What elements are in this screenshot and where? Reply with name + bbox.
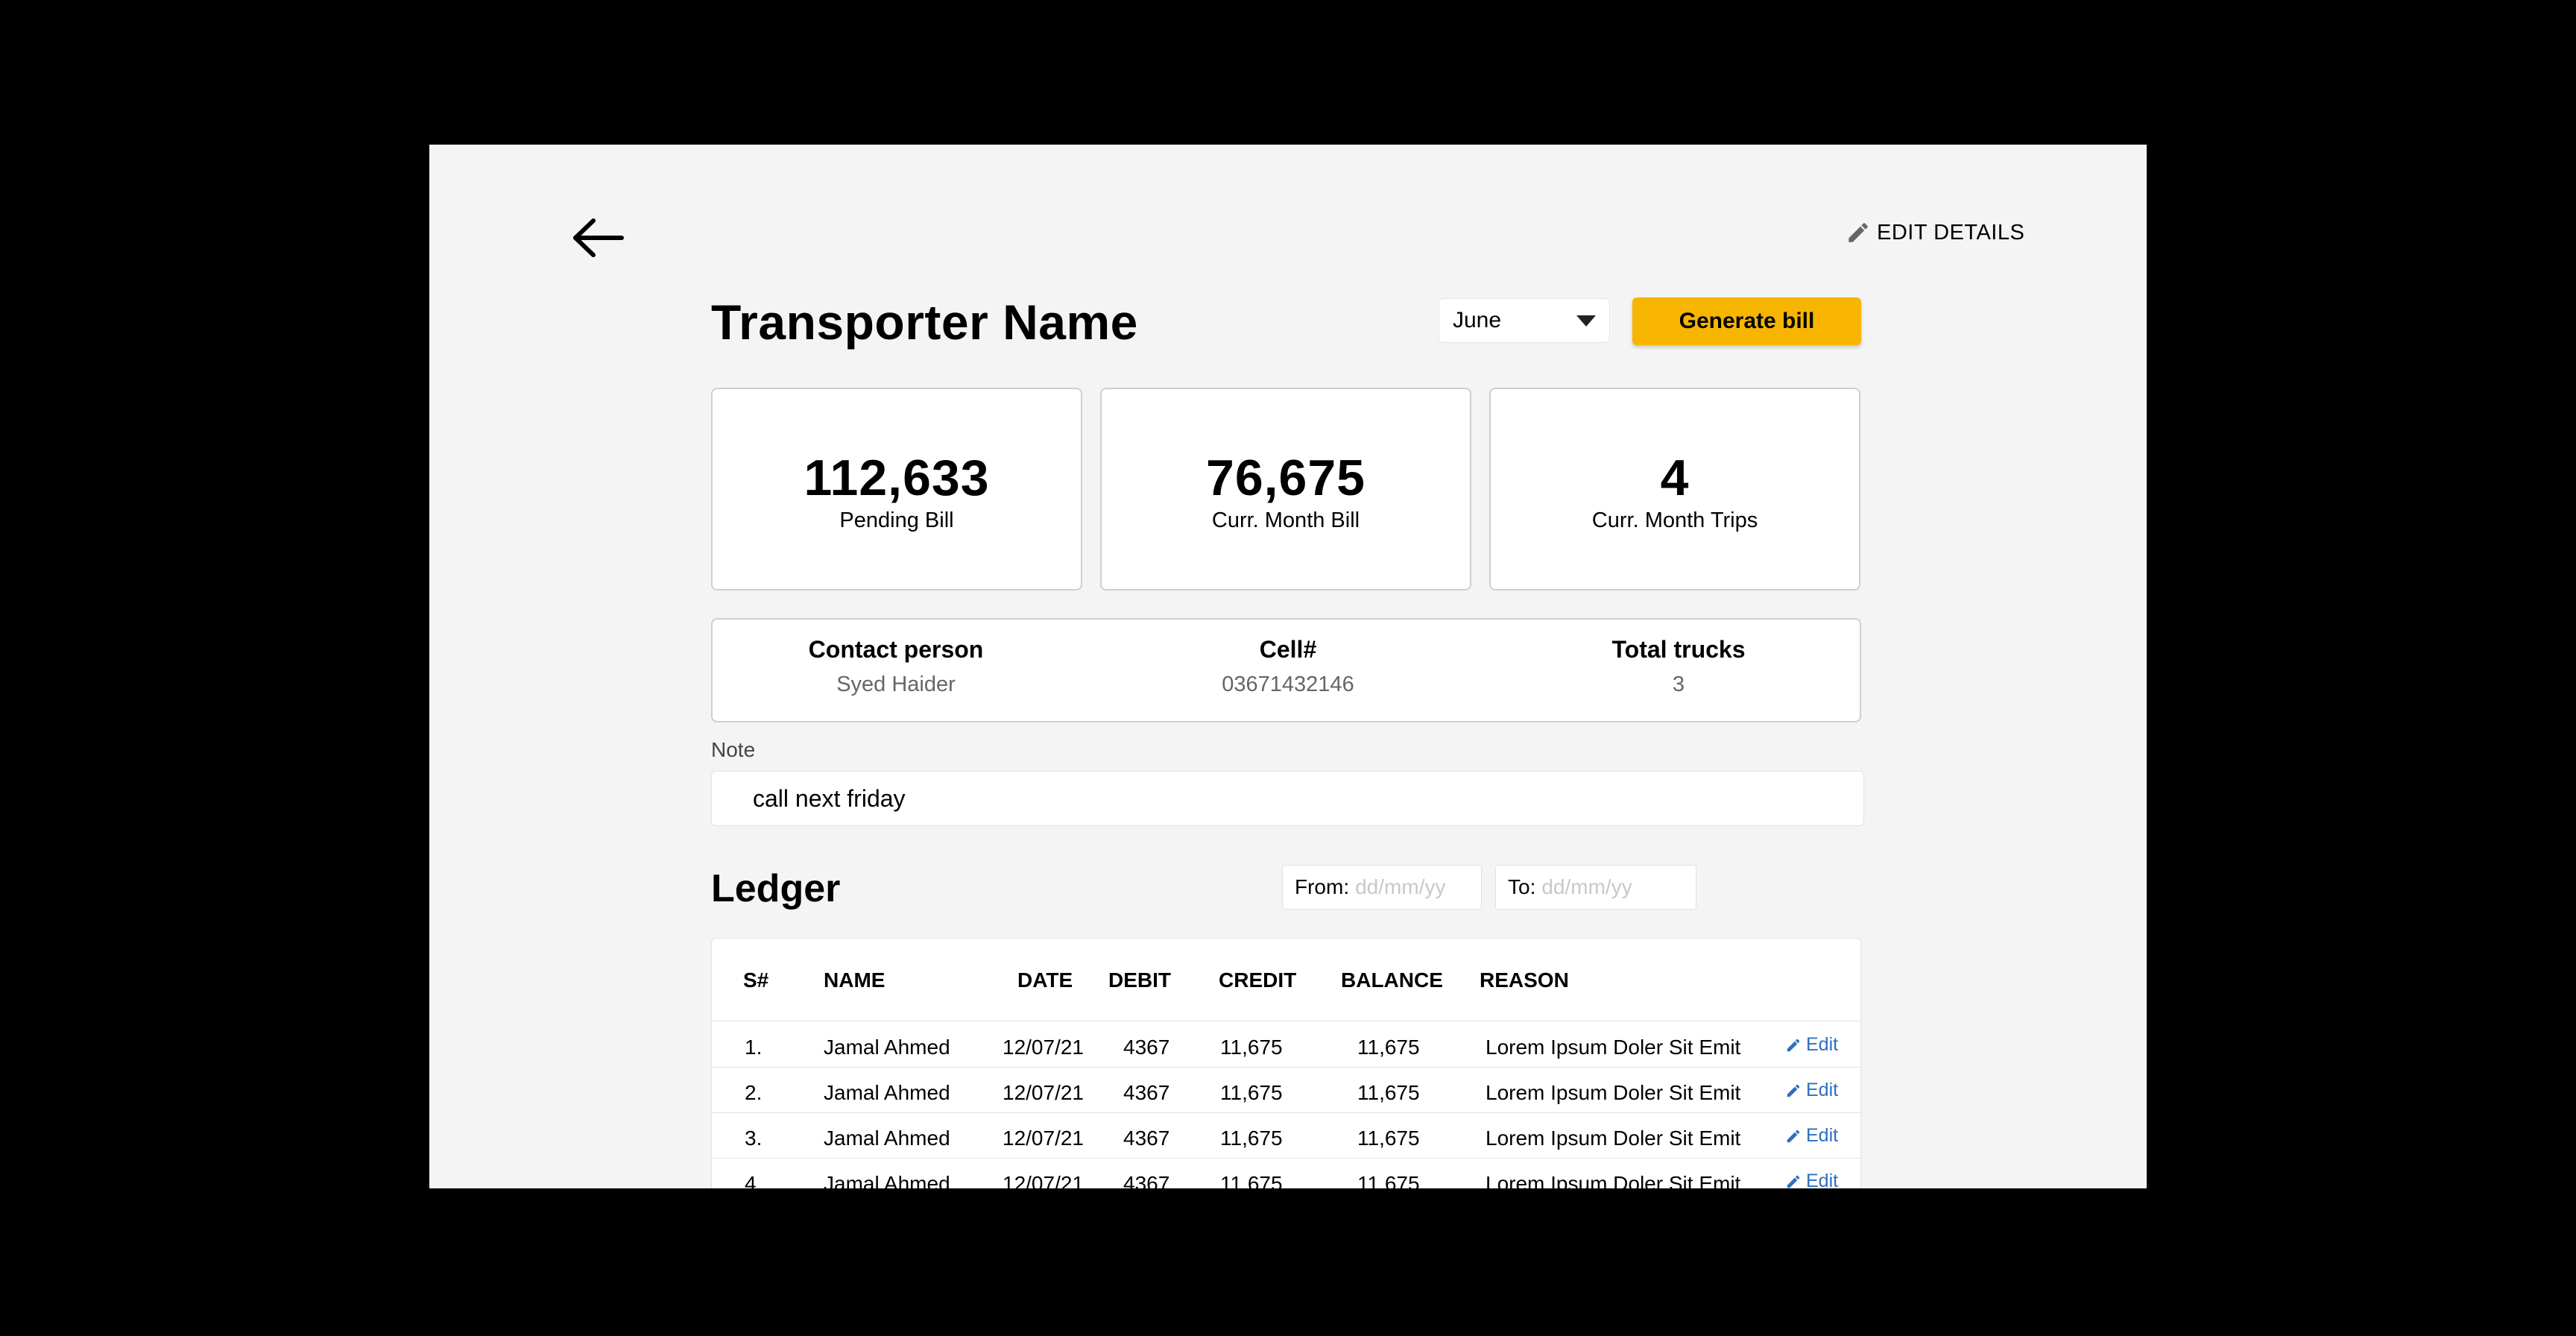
cell-balance: 11,675	[1357, 1081, 1420, 1104]
pencil-icon	[1787, 1039, 1800, 1051]
total-trucks-value: 3	[1672, 672, 1685, 696]
caret-down-icon	[1576, 315, 1596, 327]
cell-name: Jamal Ahmed	[824, 1127, 950, 1150]
stat-value: 112,633	[804, 450, 990, 506]
cell-sn: 1.	[745, 1036, 763, 1059]
pencil-icon	[1787, 1175, 1800, 1188]
cell-reason: Lorem Ipsum Doler Sit Emit	[1486, 1081, 1741, 1104]
to-date-label: To:	[1508, 875, 1536, 898]
note-field[interactable]: call next friday	[711, 771, 1864, 826]
cell-date: 12/07/21	[1003, 1172, 1084, 1188]
from-date-field[interactable]: From: dd/mm/yy	[1282, 865, 1482, 910]
cell-reason: Lorem Ipsum Doler Sit Emit	[1486, 1172, 1741, 1188]
pencil-icon	[1787, 1129, 1800, 1142]
month-dropdown[interactable]: June	[1439, 298, 1610, 343]
cell-credit: 11,675	[1220, 1172, 1283, 1188]
row-edit-button[interactable]: Edit	[1785, 1125, 1838, 1147]
cell-debit: 4367	[1123, 1172, 1170, 1188]
from-date-placeholder: dd/mm/yy	[1355, 875, 1446, 898]
note-value: call next friday	[753, 784, 906, 812]
app-screen: EDIT DETAILS Transporter Name June Gener…	[429, 145, 2147, 1188]
stat-label: Curr. Month Trips	[1591, 508, 1758, 532]
cell-balance: 11,675	[1357, 1127, 1420, 1150]
cell-date: 12/07/21	[1003, 1081, 1084, 1104]
note-label: Note	[711, 738, 756, 761]
cell-credit: 11,675	[1220, 1036, 1283, 1059]
stat-label: Curr. Month Bill	[1211, 508, 1360, 532]
cell-debit: 4367	[1123, 1081, 1170, 1104]
column-header-name: NAME	[824, 968, 886, 992]
stat-card-month-bill: 76,675 Curr. Month Bill	[1100, 388, 1471, 590]
ledger-title: Ledger	[711, 867, 841, 910]
stat-card-month-trips: 4 Curr. Month Trips	[1489, 388, 1860, 590]
contact-info-card: Contact person Syed Haider Cell# 0367143…	[711, 618, 1861, 722]
cell-label: Cell#	[1259, 636, 1317, 663]
from-date-label: From:	[1295, 875, 1350, 898]
cell-name: Jamal Ahmed	[824, 1172, 950, 1188]
stat-value: 76,675	[1206, 450, 1366, 506]
pencil-icon	[1849, 223, 1868, 242]
cell-date: 12/07/21	[1003, 1127, 1084, 1150]
stat-value: 4	[1660, 450, 1690, 506]
cell-reason: Lorem Ipsum Doler Sit Emit	[1486, 1036, 1741, 1059]
edit-details-label: EDIT DETAILS	[1877, 220, 2025, 245]
column-header-credit: CREDIT	[1219, 968, 1297, 992]
row-edit-button[interactable]: Edit	[1785, 1034, 1838, 1056]
table-row[interactable]: 1. Jamal Ahmed 12/07/21 4367 11,675 11,6…	[712, 1022, 1860, 1068]
stat-card-pending-bill: 112,633 Pending Bill	[711, 388, 1082, 590]
to-date-placeholder: dd/mm/yy	[1541, 875, 1632, 898]
column-header-reason: REASON	[1480, 968, 1569, 992]
cell-credit: 11,675	[1220, 1081, 1283, 1104]
cell-name: Jamal Ahmed	[824, 1036, 950, 1059]
generate-bill-button[interactable]: Generate bill	[1632, 297, 1861, 345]
stat-label: Pending Bill	[839, 508, 954, 532]
row-edit-button[interactable]: Edit	[1785, 1170, 1838, 1188]
pencil-icon	[1787, 1084, 1800, 1097]
edit-label: Edit	[1806, 1080, 1839, 1100]
back-arrow-icon[interactable]	[568, 212, 628, 264]
contact-person-value: Syed Haider	[836, 672, 956, 696]
cell-sn: 4.	[745, 1172, 763, 1188]
contact-person-label: Contact person	[808, 636, 984, 663]
column-header-balance: BALANCE	[1341, 968, 1443, 992]
cell-reason: Lorem Ipsum Doler Sit Emit	[1486, 1127, 1741, 1150]
to-date-field[interactable]: To: dd/mm/yy	[1495, 865, 1696, 910]
edit-label: Edit	[1806, 1170, 1839, 1188]
table-row[interactable]: 3. Jamal Ahmed 12/07/21 4367 11,675 11,6…	[712, 1113, 1860, 1159]
edit-label: Edit	[1806, 1034, 1839, 1055]
cell-debit: 4367	[1123, 1036, 1170, 1059]
ledger-table: S# NAME DATE DEBIT CREDIT BALANCE REASON…	[711, 938, 1861, 1188]
total-trucks-label: Total trucks	[1611, 636, 1746, 663]
page-title: Transporter Name	[711, 294, 1138, 350]
month-selected-value: June	[1453, 308, 1502, 333]
cell-date: 12/07/21	[1003, 1036, 1084, 1059]
table-row[interactable]: 4. Jamal Ahmed 12/07/21 4367 11,675 11,6…	[712, 1159, 1860, 1188]
cell-name: Jamal Ahmed	[824, 1081, 950, 1104]
cell-sn: 3.	[745, 1127, 763, 1150]
contact-cell: Cell# 03671432146	[1139, 636, 1437, 697]
table-row[interactable]: 2. Jamal Ahmed 12/07/21 4367 11,675 11,6…	[712, 1068, 1860, 1113]
contact-person: Contact person Syed Haider	[747, 636, 1045, 697]
row-edit-button[interactable]: Edit	[1785, 1080, 1838, 1101]
edit-details-button[interactable]: EDIT DETAILS	[1846, 216, 2024, 249]
column-header-sn: S#	[743, 968, 769, 992]
device-frame: EDIT DETAILS Transporter Name June Gener…	[0, 0, 2576, 1336]
cell-value: 03671432146	[1222, 672, 1354, 696]
cell-credit: 11,675	[1220, 1127, 1283, 1150]
cell-balance: 11,675	[1357, 1036, 1420, 1059]
edit-label: Edit	[1806, 1125, 1839, 1146]
cell-sn: 2.	[745, 1081, 763, 1104]
cell-balance: 11,675	[1357, 1172, 1420, 1188]
column-header-date: DATE	[1017, 968, 1073, 992]
contact-total-trucks: Total trucks 3	[1530, 636, 1828, 697]
column-header-debit: DEBIT	[1108, 968, 1171, 992]
cell-debit: 4367	[1123, 1127, 1170, 1150]
